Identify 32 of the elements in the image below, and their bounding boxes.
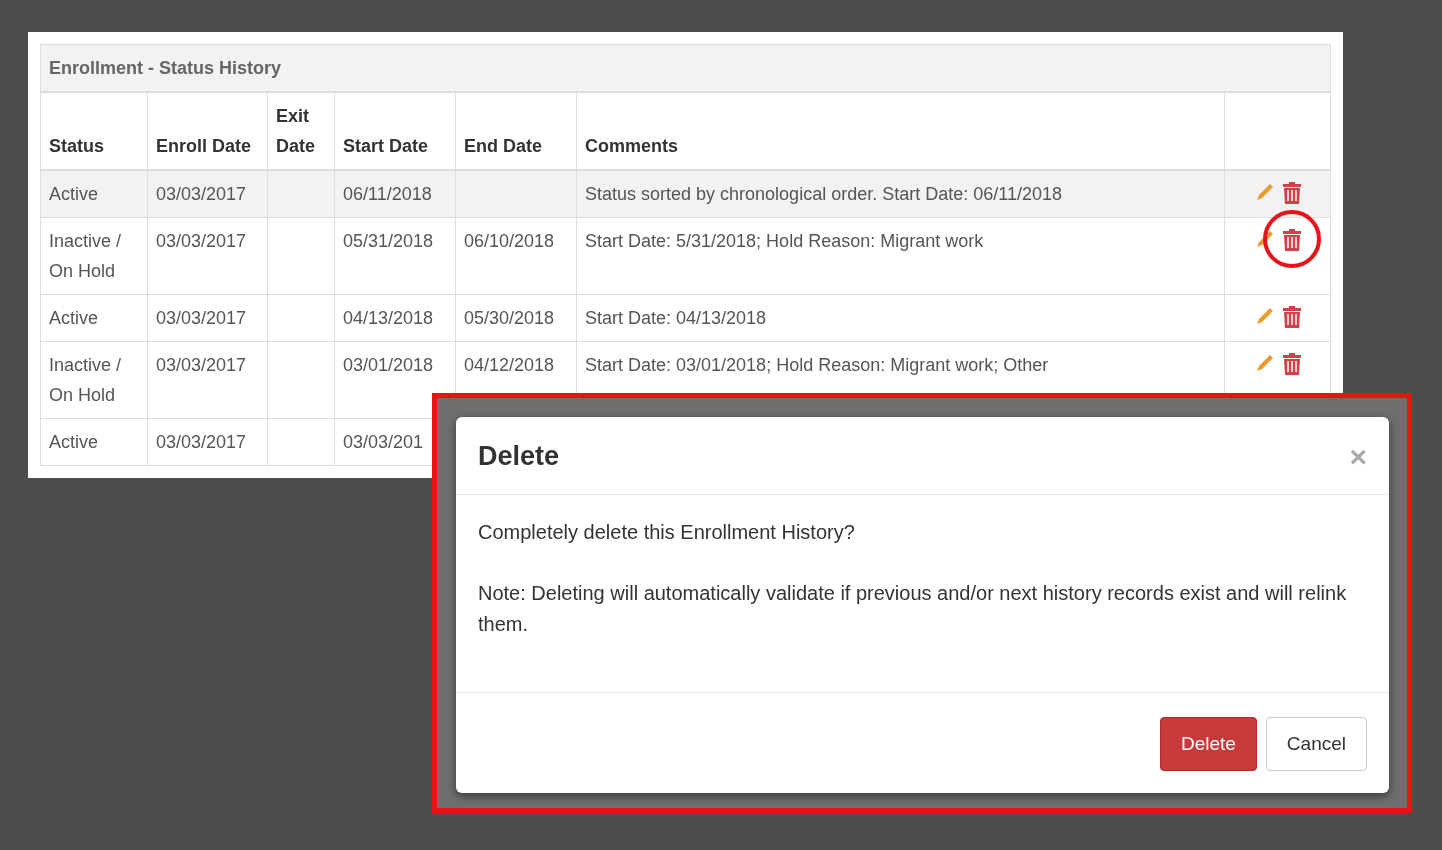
table-cell: 03/03/2017: [156, 231, 247, 251]
dialog-title: Delete: [478, 441, 560, 472]
trash-icon[interactable]: [1281, 352, 1302, 376]
table-cell: 06/11/2018: [343, 184, 432, 204]
table-cell: Active: [49, 184, 99, 204]
table-cell: Status sorted by chronological order. Start Date: 06/11/2018: [585, 184, 1062, 204]
table-cell: 05/31/2018: [343, 231, 434, 251]
table-cell: 05/30/2018: [464, 308, 555, 328]
table-cell: Inactive / On Hold: [49, 355, 122, 405]
table-cell: 03/03/2017: [156, 432, 247, 452]
cancel-button[interactable]: Cancel: [1265, 717, 1367, 771]
table-cell: 06/10/2018: [464, 231, 555, 251]
table-cell: Active: [49, 308, 99, 328]
table-cell: 04/13/2018: [343, 308, 434, 328]
delete-button[interactable]: Delete: [1159, 717, 1257, 771]
trash-icon[interactable]: [1281, 228, 1302, 252]
dialog-message: Completely delete this Enrollment History?: [478, 520, 856, 545]
table-cell: 03/03/2017: [156, 184, 247, 204]
table-cell: Start Date: 5/31/2018; Hold Reason: Migrant work: [585, 231, 984, 251]
table-cell: Inactive / On Hold: [49, 231, 122, 281]
table-cell: 04/12/2018: [464, 355, 555, 375]
dialog-message: Note: Deleting will automatically validate if previous and/or next history records exist and will relink them.: [478, 581, 1348, 637]
table-cell: 03/03/2017: [156, 355, 247, 375]
table-cell: Start Date: 04/13/2018: [585, 308, 767, 328]
table-cell: Active: [49, 432, 99, 452]
table-cell: 03/01/2018: [343, 355, 434, 375]
trash-icon[interactable]: [1281, 305, 1302, 329]
table-cell: 03/03/2017: [156, 308, 247, 328]
panel-title: Enrollment - Status History: [40, 44, 1331, 92]
table-cell: 03/03/201: [343, 432, 424, 452]
trash-icon[interactable]: [1281, 181, 1302, 205]
table-cell: Start Date: 03/01/2018; Hold Reason: Migrant work; Other: [585, 355, 1049, 375]
